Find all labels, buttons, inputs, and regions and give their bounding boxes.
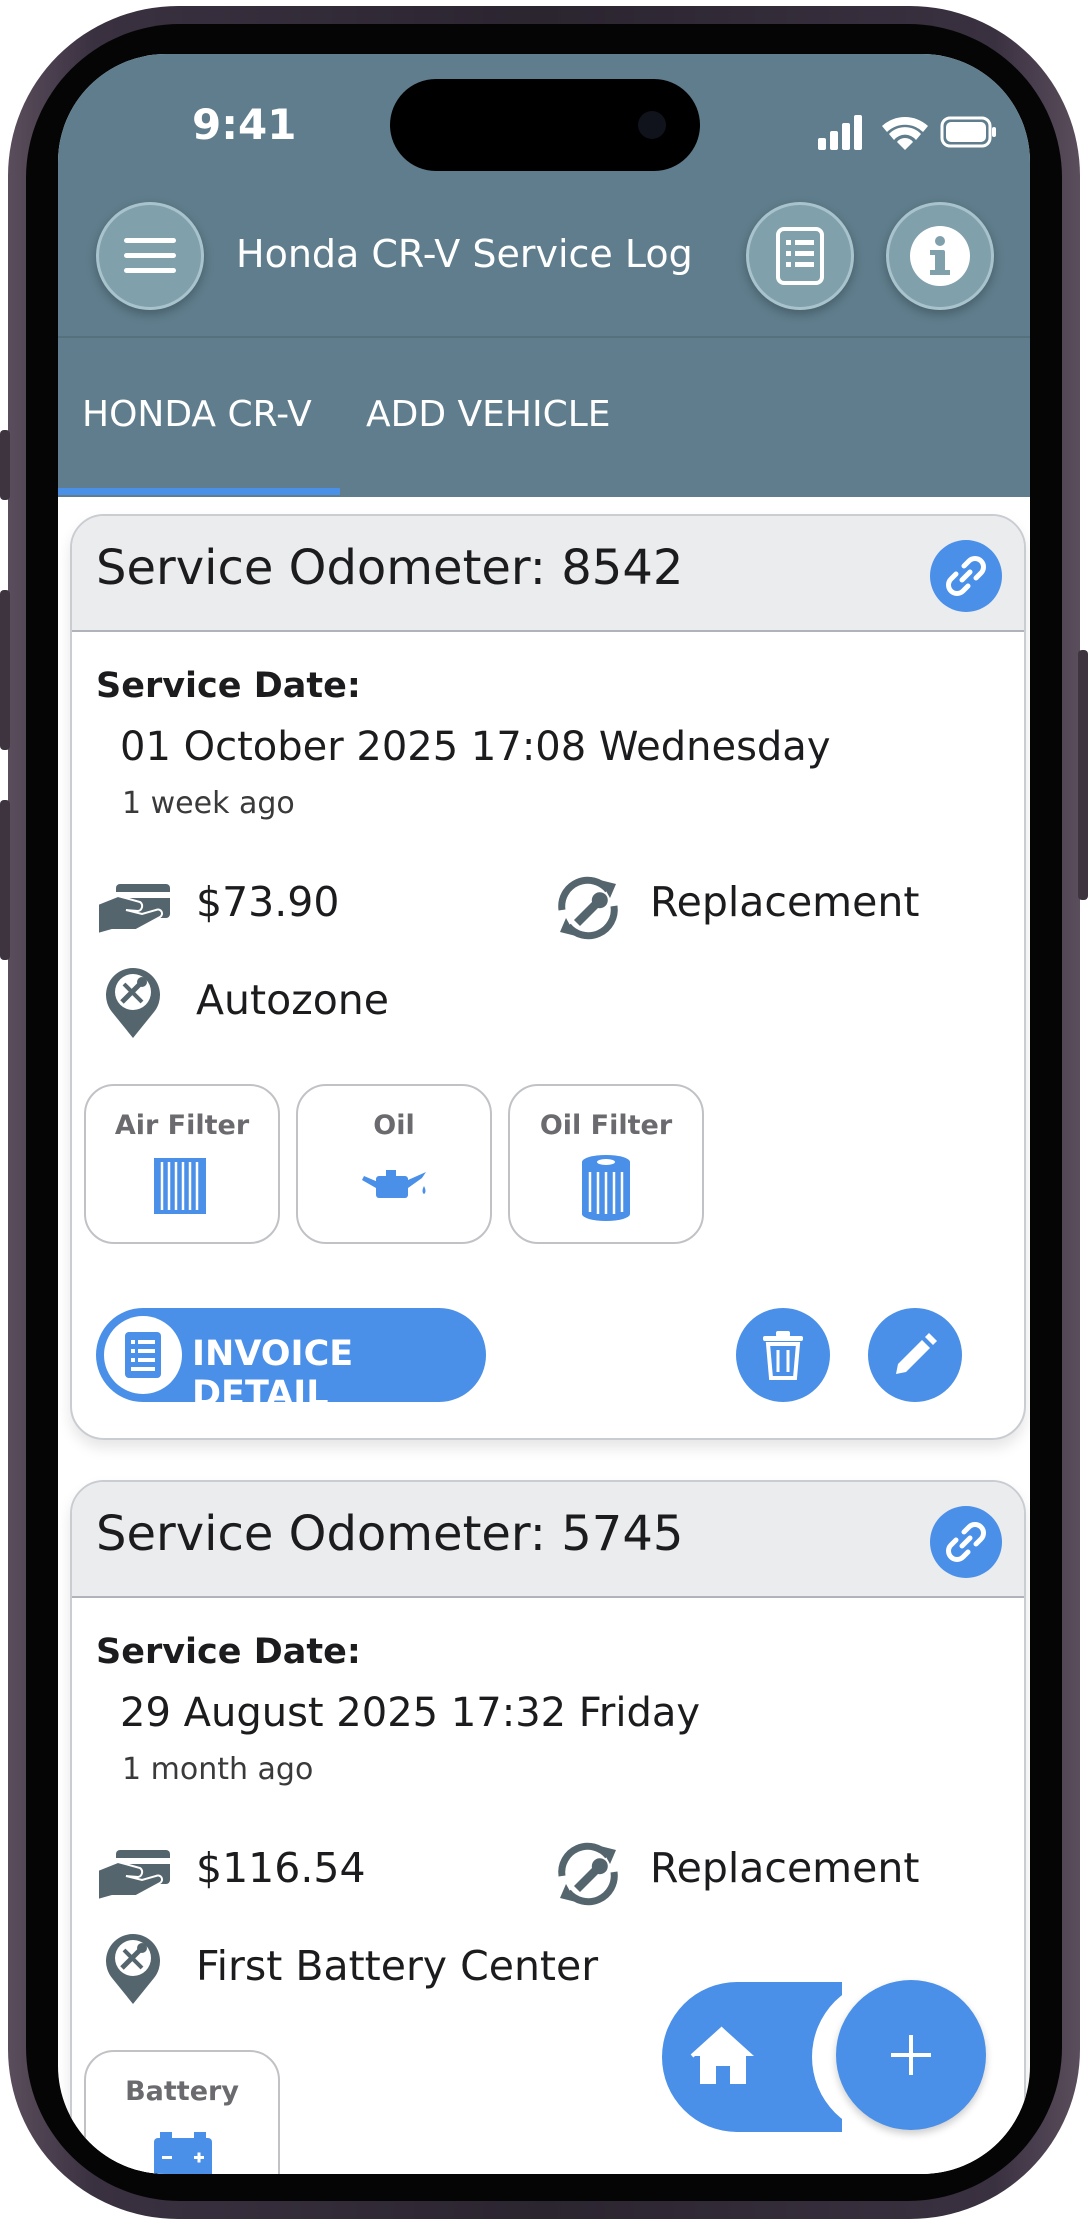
trash-icon <box>763 1331 803 1380</box>
invoice-detail-label: INVOICE DETAIL <box>192 1334 354 1414</box>
service-location: Autozone <box>196 976 390 1024</box>
power-button <box>1078 650 1088 900</box>
edit-button[interactable] <box>868 1308 962 1402</box>
link-button[interactable] <box>930 540 1002 612</box>
signal-icon <box>818 115 862 150</box>
link-icon <box>946 1522 986 1562</box>
report-button[interactable] <box>746 202 854 310</box>
silent-switch <box>0 430 10 500</box>
location-wrench-icon <box>106 1934 160 2004</box>
pencil-icon <box>896 1333 937 1374</box>
service-odometer: Service Odometer: 5745 <box>96 1506 684 1562</box>
service-type: Replacement <box>650 878 920 926</box>
hamburger-menu-icon <box>124 238 176 273</box>
volume-up-button <box>0 590 10 750</box>
service-record-card: Service Odometer: 8542 Service Date: 01 … <box>70 514 1026 1440</box>
service-date-relative: 1 week ago <box>122 786 295 821</box>
replacement-icon <box>558 1842 618 1906</box>
link-icon <box>946 556 986 596</box>
front-camera <box>638 111 666 139</box>
service-location: First Battery Center <box>196 1942 599 1990</box>
service-date-label: Service Date: <box>96 1632 361 1672</box>
plus-icon <box>891 2035 931 2075</box>
invoice-icon <box>125 1332 161 1378</box>
service-item-chip[interactable]: Air Filter <box>84 1084 280 1244</box>
service-date-label: Service Date: <box>96 666 361 706</box>
tab-honda-crv[interactable]: HONDA CR-V <box>82 394 312 435</box>
service-odometer: Service Odometer: 8542 <box>96 540 684 596</box>
app-title: Honda CR-V Service Log <box>236 232 693 276</box>
active-tab-indicator <box>58 488 340 495</box>
status-icons <box>818 115 996 150</box>
service-date: 01 October 2025 17:08 Wednesday <box>120 724 831 770</box>
link-button[interactable] <box>930 1506 1002 1578</box>
app-screen: 9:41 Honda CR-V Service Log HONDA CR-V A… <box>58 54 1030 2174</box>
service-item-chip[interactable]: Battery <box>84 2050 280 2174</box>
service-type: Replacement <box>650 1844 920 1892</box>
delete-button[interactable] <box>736 1308 830 1402</box>
service-item-label: Oil Filter <box>539 1110 673 1141</box>
service-item-label: Air Filter <box>114 1110 250 1141</box>
header-divider <box>58 336 1030 338</box>
tab-add-vehicle[interactable]: ADD VEHICLE <box>366 394 611 435</box>
service-cost: $116.54 <box>196 1844 366 1892</box>
battery-icon <box>154 2132 212 2174</box>
oil-filter-icon <box>582 1155 630 1221</box>
location-wrench-icon <box>106 968 160 1038</box>
volume-down-button <box>0 800 10 960</box>
service-item-chip[interactable]: Oil Filter <box>508 1084 704 1244</box>
app-header: 9:41 Honda CR-V Service Log HONDA CR-V A… <box>58 54 1030 497</box>
service-date-relative: 1 month ago <box>122 1752 314 1787</box>
info-button[interactable] <box>886 202 994 310</box>
menu-button[interactable] <box>96 202 204 310</box>
report-list-icon <box>776 227 824 285</box>
air-filter-icon <box>154 1158 206 1214</box>
invoice-detail-button[interactable]: INVOICE DETAIL <box>96 1308 486 1414</box>
oil-can-icon <box>362 1170 426 1198</box>
wifi-icon <box>882 117 928 150</box>
service-date: 29 August 2025 17:32 Friday <box>120 1690 701 1736</box>
card-header: Service Odometer: 5745 <box>72 1482 1024 1598</box>
info-icon <box>910 226 970 286</box>
card-header: Service Odometer: 8542 <box>72 516 1024 632</box>
service-item-chip[interactable]: Oil <box>296 1084 492 1244</box>
battery-status-icon <box>940 116 996 148</box>
home-icon <box>690 2026 754 2084</box>
payment-icon <box>97 884 170 936</box>
status-time: 9:41 <box>192 100 297 149</box>
invoice-icon-circle <box>104 1316 182 1394</box>
service-item-label: Battery <box>125 2076 239 2107</box>
add-record-button[interactable] <box>836 1980 986 2130</box>
replacement-icon <box>558 876 618 940</box>
service-item-label: Oil <box>373 1110 415 1141</box>
payment-icon <box>97 1850 170 1902</box>
service-cost: $73.90 <box>196 878 340 926</box>
